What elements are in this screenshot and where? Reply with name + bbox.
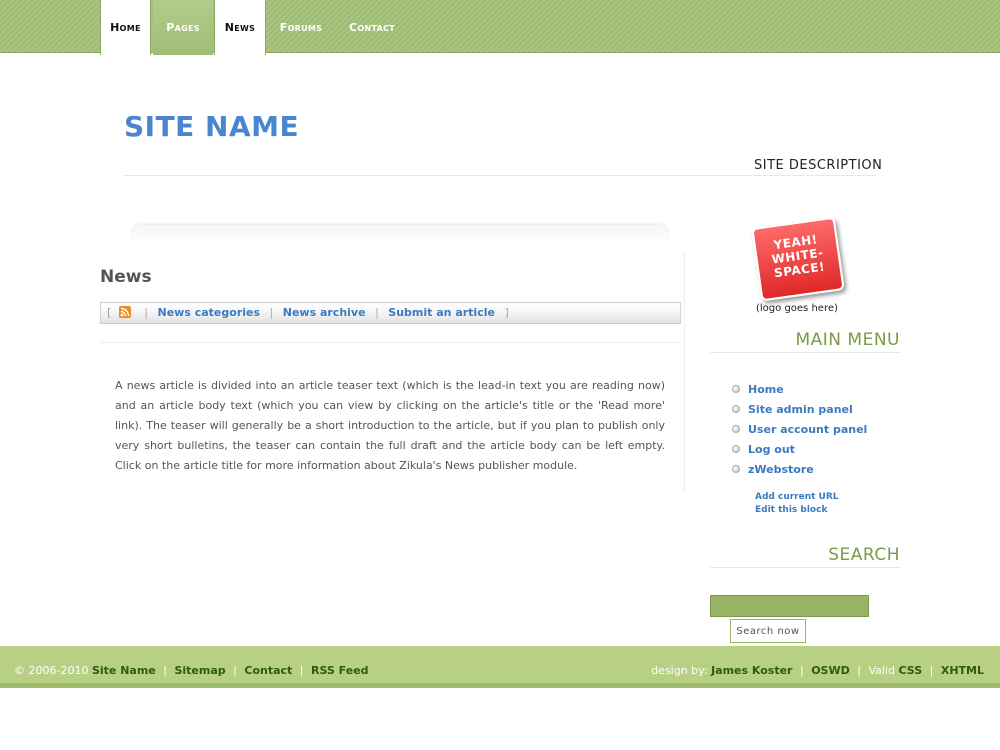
bullet-icon <box>732 425 740 433</box>
footer-separator: | <box>799 664 804 677</box>
footer-left: © 2006-2010 Site Name | Sitemap | Contac… <box>14 664 369 677</box>
block-admin-links: Add current URL Edit this block <box>755 491 839 517</box>
nav-close-bracket: ] <box>504 306 509 319</box>
main-menu-list: Home Site admin panel User account panel… <box>732 382 867 482</box>
menu-link-logout[interactable]: Log out <box>748 443 795 456</box>
top-navigation: Home Pages News Forums Contact <box>0 0 1000 55</box>
bullet-icon <box>732 405 740 413</box>
search-input[interactable] <box>710 595 869 617</box>
footer-link-site-name[interactable]: Site Name <box>92 664 156 677</box>
menu-item-admin: Site admin panel <box>732 402 867 422</box>
valid-xhtml-link[interactable]: XHTML <box>941 664 984 677</box>
nav-separator: | <box>375 306 379 319</box>
design-by-label: design by: <box>651 664 708 677</box>
footer-right: design by: James Koster | OSWD | Valid C… <box>651 664 984 677</box>
tab-pages[interactable]: Pages <box>153 0 213 55</box>
oswd-link[interactable]: OSWD <box>811 664 850 677</box>
news-archive-link[interactable]: News archive <box>283 306 366 319</box>
nav-separator: | <box>269 306 274 319</box>
footer-separator: | <box>233 664 237 677</box>
tab-contact[interactable]: Contact <box>336 0 408 55</box>
news-categories-link[interactable]: News categories <box>158 306 261 319</box>
content-divider <box>100 342 680 343</box>
site-description: SITE DESCRIPTION <box>754 158 883 173</box>
menu-link-site-admin[interactable]: Site admin panel <box>748 403 853 416</box>
tab-contact-label: Contact <box>348 21 396 34</box>
header-divider <box>124 175 876 176</box>
tab-pages-label: Pages <box>166 21 200 34</box>
tab-forums-label: Forums <box>279 21 323 34</box>
nav-open-bracket: [ <box>107 306 112 319</box>
nav-separator: | <box>144 306 149 319</box>
page-title: News <box>100 267 152 287</box>
bullet-icon <box>732 445 740 453</box>
footer-link-contact[interactable]: Contact <box>244 664 292 677</box>
site-logo[interactable]: YEAH! WHITE- SPACE! <box>751 216 845 302</box>
rss-feed-icon[interactable] <box>118 305 131 318</box>
menu-item-logout: Log out <box>732 442 867 462</box>
search-title: SEARCH <box>828 545 900 565</box>
search-button[interactable]: Search now <box>730 619 806 643</box>
content-top-shadow <box>132 225 668 243</box>
footer-link-rss-feed[interactable]: RSS Feed <box>311 664 369 677</box>
tab-news[interactable]: News <box>214 0 266 55</box>
menu-item-zwebstore: zWebstore <box>732 462 867 482</box>
news-navigation-bar: [ | News categories | News archive | Sub… <box>100 302 681 324</box>
footer-separator: | <box>857 664 861 677</box>
tab-home[interactable]: Home <box>100 0 151 55</box>
footer-separator: | <box>299 664 304 677</box>
site-name[interactable]: SITE NAME <box>124 110 299 143</box>
footer-separator: | <box>163 664 167 677</box>
designer-link[interactable]: James Koster <box>711 664 792 677</box>
tab-news-label: News <box>224 21 256 34</box>
footer-bottom-strip <box>0 683 1000 688</box>
footer-link-sitemap[interactable]: Sitemap <box>174 664 225 677</box>
logo-caption: (logo goes here) <box>756 303 838 314</box>
menu-link-zwebstore[interactable]: zWebstore <box>748 463 814 476</box>
menu-link-home[interactable]: Home <box>748 383 784 396</box>
main-menu-title: MAIN MENU <box>795 330 900 350</box>
add-current-url-link[interactable]: Add current URL <box>755 491 839 504</box>
bullet-icon <box>732 385 740 393</box>
menu-item-home: Home <box>732 382 867 402</box>
valid-label: Valid <box>868 664 895 677</box>
column-divider <box>684 252 685 492</box>
copyright-text: © 2006-2010 <box>14 664 89 677</box>
valid-css-link[interactable]: CSS <box>898 664 922 677</box>
search-divider <box>710 567 900 568</box>
menu-link-user-account[interactable]: User account panel <box>748 423 867 436</box>
bullet-icon <box>732 465 740 473</box>
article-teaser: A news article is divided into an articl… <box>115 379 665 472</box>
menu-item-account: User account panel <box>732 422 867 442</box>
tab-home-label: Home <box>110 21 141 34</box>
footer-separator: | <box>929 664 934 677</box>
submit-article-link[interactable]: Submit an article <box>388 306 495 319</box>
edit-block-link[interactable]: Edit this block <box>755 504 839 517</box>
tab-forums[interactable]: Forums <box>268 0 334 55</box>
main-menu-divider <box>710 352 900 353</box>
